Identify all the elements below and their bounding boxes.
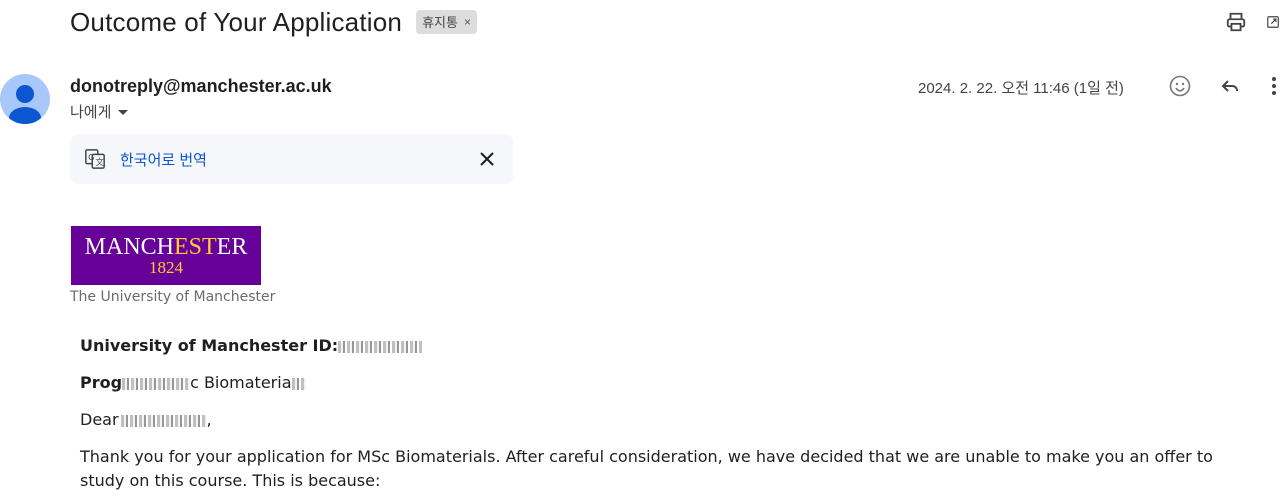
translate-bar: G 文 한국어로 번역 [70, 134, 513, 184]
recipient-details[interactable]: 나에게 [70, 101, 129, 122]
subject-row: Outcome of Your Application 휴지통 × [70, 4, 477, 40]
logo-year: 1824 [149, 257, 183, 277]
recipient-label: 나에게 [70, 104, 112, 121]
programme-prefix: Prog [80, 373, 123, 392]
translate-link[interactable]: 한국어로 번역 [120, 149, 207, 170]
greeting-line: Dear, [80, 410, 212, 429]
body-paragraph: Thank you for your application for MSc B… [80, 447, 1213, 490]
redacted-id [338, 340, 423, 353]
translate-icon: G 文 [85, 149, 105, 169]
student-id-line: University of Manchester ID: [80, 336, 423, 355]
greeting-prefix: Dear [80, 410, 119, 429]
label-chip-text: 휴지통 [422, 15, 458, 30]
message-actions [1168, 74, 1280, 98]
manchester-logo: MANCHESTER 1824 [71, 226, 261, 285]
sender-email[interactable]: donotreply@manchester.ac.uk [70, 76, 332, 97]
student-id-label: University of Manchester ID: [80, 336, 339, 355]
label-chip-trash[interactable]: 휴지통 × [416, 10, 477, 34]
greeting-suffix: , [206, 410, 212, 429]
reply-icon[interactable] [1218, 74, 1242, 98]
sender-avatar[interactable] [0, 74, 50, 124]
logo-wordmark: MANCHESTER [84, 233, 248, 260]
svg-text:G: G [88, 152, 94, 162]
emoji-reaction-icon[interactable] [1168, 74, 1192, 98]
email-date: 2024. 2. 22. 오전 11:46 (1일 전) [918, 80, 1124, 97]
redacted-programme-end [291, 377, 306, 390]
email-subject: Outcome of Your Application [70, 6, 403, 37]
more-vert-icon[interactable] [1268, 74, 1280, 98]
svg-text:文: 文 [95, 157, 103, 167]
default-avatar-icon [9, 85, 41, 124]
redacted-name [120, 414, 207, 427]
programme-value: c Biomateria [190, 373, 292, 392]
close-icon[interactable] [475, 147, 499, 171]
print-icon[interactable] [1224, 10, 1248, 34]
thread-toolbar [1224, 10, 1280, 34]
dropdown-arrow-icon[interactable] [117, 106, 129, 118]
programme-line: Prog c Biomateria [80, 373, 306, 392]
logo-subtitle: The University of Manchester [70, 289, 276, 305]
redacted-programme [122, 377, 191, 390]
label-remove-icon[interactable]: × [464, 15, 471, 29]
open-in-new-window-icon[interactable] [1266, 10, 1280, 34]
